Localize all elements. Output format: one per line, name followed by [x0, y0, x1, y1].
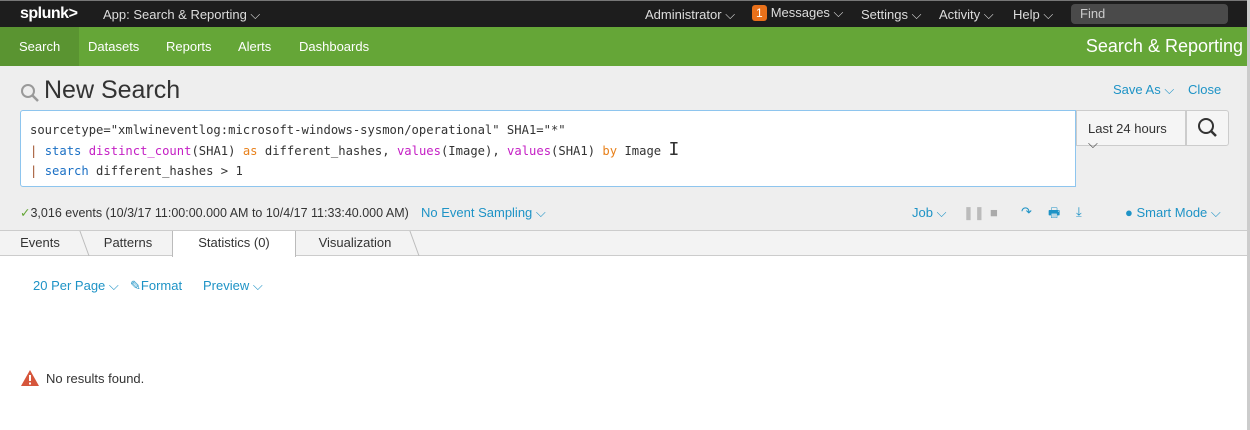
app-title: Search & Reporting [1085, 36, 1243, 56]
splunk-logo[interactable]: splunk> [20, 5, 78, 23]
event-sampling-menu[interactable]: No Event Sampling ⌵ [421, 205, 546, 221]
no-results-message: No results found. [20, 369, 144, 387]
nav-datasets[interactable]: Datasets [69, 27, 158, 66]
admin-menu[interactable]: Administrator ⌵ [645, 7, 735, 23]
nav-search[interactable]: Search [0, 27, 80, 66]
tab-visualization[interactable]: Visualization [300, 231, 410, 256]
tab-patterns[interactable]: Patterns [88, 231, 168, 256]
activity-menu[interactable]: Activity ⌵ [939, 7, 994, 23]
text-cursor-icon: I [668, 139, 680, 160]
nav-dashboards[interactable]: Dashboards [280, 27, 388, 66]
share-icon[interactable]: ↷ [1021, 204, 1032, 220]
lightbulb-icon: ● [1125, 205, 1133, 220]
tab-divider [409, 231, 420, 256]
stop-icon[interactable]: ■ [990, 205, 998, 220]
preview-menu[interactable]: Preview ⌵ [203, 278, 263, 294]
search-query-input[interactable]: sourcetype="xmlwineventlog:microsoft-win… [20, 110, 1076, 187]
messages-menu[interactable]: 1 Messages ⌵ [752, 5, 843, 21]
search-mode-menu[interactable]: ● Smart Mode ⌵ [1125, 205, 1221, 221]
search-button[interactable] [1186, 110, 1229, 146]
page-title: New Search [44, 76, 181, 104]
help-menu[interactable]: Help ⌵ [1013, 7, 1053, 23]
search-icon [1198, 118, 1217, 137]
print-icon[interactable]: 🖶 [1048, 204, 1060, 226]
search-header: New Search Save As ⌵ Close sourcetype="x… [0, 66, 1247, 231]
per-page-menu[interactable]: 20 Per Page ⌵ [33, 278, 119, 294]
export-icon[interactable]: ⤓ [1076, 204, 1082, 220]
app-nav: Search Datasets Reports Alerts Dashboard… [0, 27, 1247, 66]
settings-menu[interactable]: Settings ⌵ [861, 7, 921, 23]
find-input[interactable]: Find [1071, 4, 1228, 24]
pencil-icon: ✎ [130, 278, 141, 293]
job-status: ✓3,016 events (10/3/17 11:00:00.000 AM t… [20, 206, 409, 220]
top-bar: splunk> App: Search & Reporting ⌵ Admini… [0, 0, 1247, 27]
close-link[interactable]: Close [1188, 82, 1221, 97]
job-menu[interactable]: Job ⌵ [912, 205, 946, 221]
app-menu[interactable]: App: Search & Reporting ⌵ [103, 7, 260, 23]
tab-statistics[interactable]: Statistics (0) [172, 231, 296, 257]
tab-events[interactable]: Events [0, 231, 80, 256]
check-icon: ✓ [20, 206, 31, 220]
format-button[interactable]: ✎Format [130, 278, 182, 294]
search-icon [21, 84, 39, 102]
messages-badge: 1 [752, 5, 767, 21]
warning-icon [21, 370, 39, 386]
pause-icon[interactable]: ❚❚ [963, 205, 985, 221]
results-tabs: Events Patterns Statistics (0) Visualiza… [0, 231, 1247, 257]
time-range-picker[interactable]: Last 24 hours ⌵ [1076, 110, 1186, 151]
save-as-menu[interactable]: Save As ⌵ [1113, 82, 1174, 98]
nav-reports[interactable]: Reports [147, 27, 231, 66]
